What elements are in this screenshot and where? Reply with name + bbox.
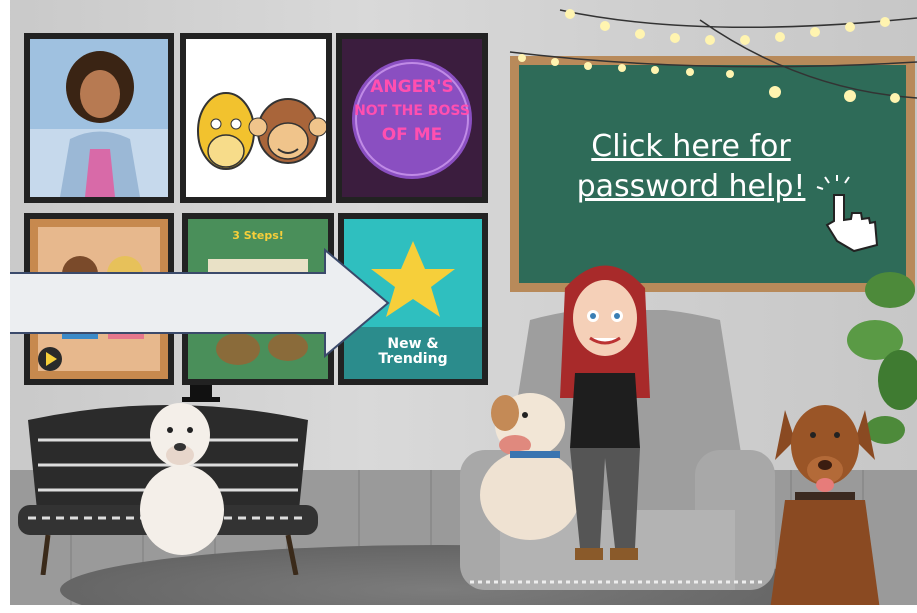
left-edge-strip: [0, 0, 10, 613]
doberman-dog: [770, 405, 880, 610]
white-dog: [140, 385, 224, 555]
giraffe-monkey-icon: [197, 92, 326, 170]
teacher-avatar: [560, 265, 650, 560]
password-help-link[interactable]: Click here for password help!: [561, 127, 821, 207]
photo-tile[interactable]: [24, 33, 174, 203]
virtual-classroom-scene: ANGER'S NOT THE BOSS OF ME 3 Steps! New …: [0, 0, 917, 613]
giraffe-monkey-tile[interactable]: [180, 33, 332, 203]
angers-line2: NOT THE BOSS: [354, 103, 470, 119]
girl-photo-icon: [30, 39, 168, 197]
angers-line1: ANGER'S: [370, 77, 454, 97]
password-help-line2: password help!: [576, 169, 806, 204]
angers-line3: OF ME: [381, 125, 443, 145]
annotation-arrow: [0, 248, 390, 358]
password-help-line1: Click here for: [591, 129, 791, 164]
string-lights: [509, 9, 917, 103]
steps-title: 3 Steps!: [232, 229, 284, 242]
pointing-hand-icon: [816, 175, 879, 253]
angers-tile[interactable]: ANGER'S NOT THE BOSS OF ME: [336, 33, 488, 203]
bottom-edge-strip: [0, 605, 917, 613]
angers-text: ANGER'S NOT THE BOSS OF ME: [342, 75, 482, 147]
